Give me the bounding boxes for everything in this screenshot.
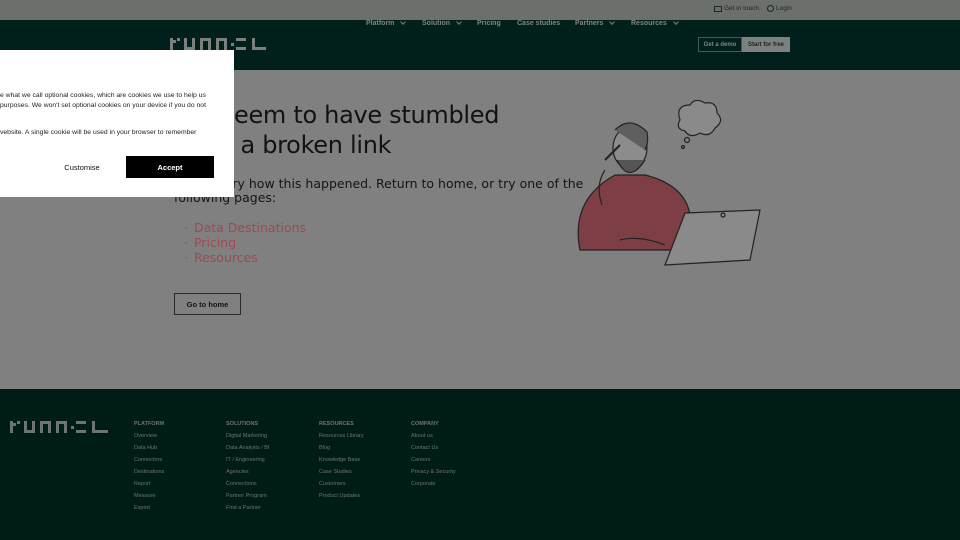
bullet: · bbox=[184, 220, 188, 235]
footer-link[interactable]: Corporate bbox=[411, 481, 435, 487]
footer-link[interactable]: Careers bbox=[411, 457, 431, 463]
footer-link[interactable]: Resources Library bbox=[319, 433, 364, 439]
top-utility-bar bbox=[0, 0, 960, 20]
link-resources[interactable]: · Resources bbox=[184, 250, 258, 265]
chevron-down-icon bbox=[456, 19, 462, 25]
login-label: Login bbox=[776, 5, 792, 12]
footer-column-title: PLATFORM bbox=[134, 421, 165, 427]
link-label: Pricing bbox=[193, 235, 237, 250]
nav-resources[interactable]: Resources bbox=[631, 19, 679, 27]
get-in-touch-label: Get in touch bbox=[724, 5, 760, 12]
cookie-text-line2: purposes. We won't set optional cookies … bbox=[0, 102, 206, 109]
footer-link[interactable]: Connectors bbox=[134, 457, 162, 463]
get-in-touch-link[interactable]: Get in touch bbox=[714, 5, 759, 12]
chevron-down-icon bbox=[672, 19, 679, 25]
footer-link[interactable]: Export bbox=[134, 505, 150, 511]
footer-link[interactable]: Privacy & Security bbox=[411, 469, 456, 475]
footer-link[interactable]: Destinations bbox=[134, 469, 164, 475]
customise-button[interactable]: Customise bbox=[40, 156, 124, 178]
footer-column-title: RESOURCES bbox=[319, 421, 354, 427]
link-data-destinations[interactable]: · Data Destinations bbox=[184, 220, 306, 235]
go-to-home-button[interactable]: Go to home bbox=[174, 293, 241, 315]
nav-label: Pricing bbox=[477, 20, 501, 27]
nav-case-studies[interactable]: Case studies bbox=[517, 20, 560, 27]
get-a-demo-button[interactable]: Get a demo bbox=[698, 37, 742, 52]
link-label: Data Destinations bbox=[193, 220, 307, 235]
cookie-text-line3: vebsite. A single cookie will be used in… bbox=[0, 129, 197, 136]
footer-link[interactable]: Partner Program bbox=[226, 493, 267, 499]
footer-link[interactable]: Overview bbox=[134, 433, 157, 439]
footer bbox=[0, 389, 960, 540]
nav-label: Resources bbox=[631, 20, 667, 27]
footer-link[interactable]: Product Updates bbox=[319, 493, 360, 499]
chevron-down-icon bbox=[609, 19, 616, 25]
description-line1: We're sorry how this happened. Return to… bbox=[174, 176, 584, 191]
footer-link[interactable]: Case Studies bbox=[319, 469, 352, 475]
footer-link[interactable]: Measure bbox=[134, 493, 155, 499]
footer-link[interactable]: IT / Engineering bbox=[226, 457, 265, 463]
nav-label: Partners bbox=[575, 20, 604, 27]
footer-link[interactable]: Data Hub bbox=[134, 445, 157, 451]
cookie-text-line1: e what we call optional cookies, which a… bbox=[0, 92, 206, 99]
login-link[interactable]: Login bbox=[767, 5, 792, 12]
nav-label: Platform bbox=[366, 20, 395, 27]
footer-link[interactable]: Contact Us bbox=[411, 445, 438, 451]
footer-link[interactable]: Blog bbox=[319, 445, 330, 451]
user-icon bbox=[767, 5, 774, 12]
nav-partners[interactable]: Partners bbox=[575, 19, 616, 27]
bullet: · bbox=[184, 235, 188, 250]
chevron-down-icon bbox=[400, 19, 407, 25]
footer-link[interactable]: Data Analysts / BI bbox=[226, 445, 269, 451]
footer-column-title: COMPANY bbox=[411, 421, 439, 427]
nav-label: Solution bbox=[422, 20, 450, 27]
chat-icon bbox=[714, 5, 722, 12]
footer-link[interactable]: Report bbox=[134, 481, 151, 487]
nav-pricing[interactable]: Pricing bbox=[477, 20, 501, 27]
accept-button[interactable]: Accept bbox=[126, 156, 214, 178]
footer-link[interactable]: Knowledge Base bbox=[319, 457, 360, 463]
link-pricing[interactable]: · Pricing bbox=[184, 235, 236, 250]
nav-solution[interactable]: Solution bbox=[422, 19, 462, 27]
footer-link[interactable]: Connections bbox=[226, 481, 257, 487]
nav-label: Case studies bbox=[517, 20, 561, 27]
confused-person-illustration bbox=[577, 100, 761, 266]
nav-platform[interactable]: Platform bbox=[366, 19, 407, 27]
footer-funnel-logo[interactable] bbox=[10, 421, 110, 435]
bullet: · bbox=[184, 250, 188, 265]
footer-link[interactable]: About us bbox=[411, 433, 433, 439]
footer-link[interactable]: Agencies bbox=[226, 469, 249, 475]
footer-column-title: SOLUTIONS bbox=[226, 421, 259, 427]
footer-link[interactable]: Digital Marketing bbox=[226, 433, 267, 439]
start-for-free-button[interactable]: Start for free bbox=[742, 37, 790, 52]
footer-link[interactable]: Customers bbox=[319, 481, 346, 487]
link-label: Resources bbox=[193, 250, 258, 265]
footer-link[interactable]: Find a Partner bbox=[226, 505, 261, 511]
